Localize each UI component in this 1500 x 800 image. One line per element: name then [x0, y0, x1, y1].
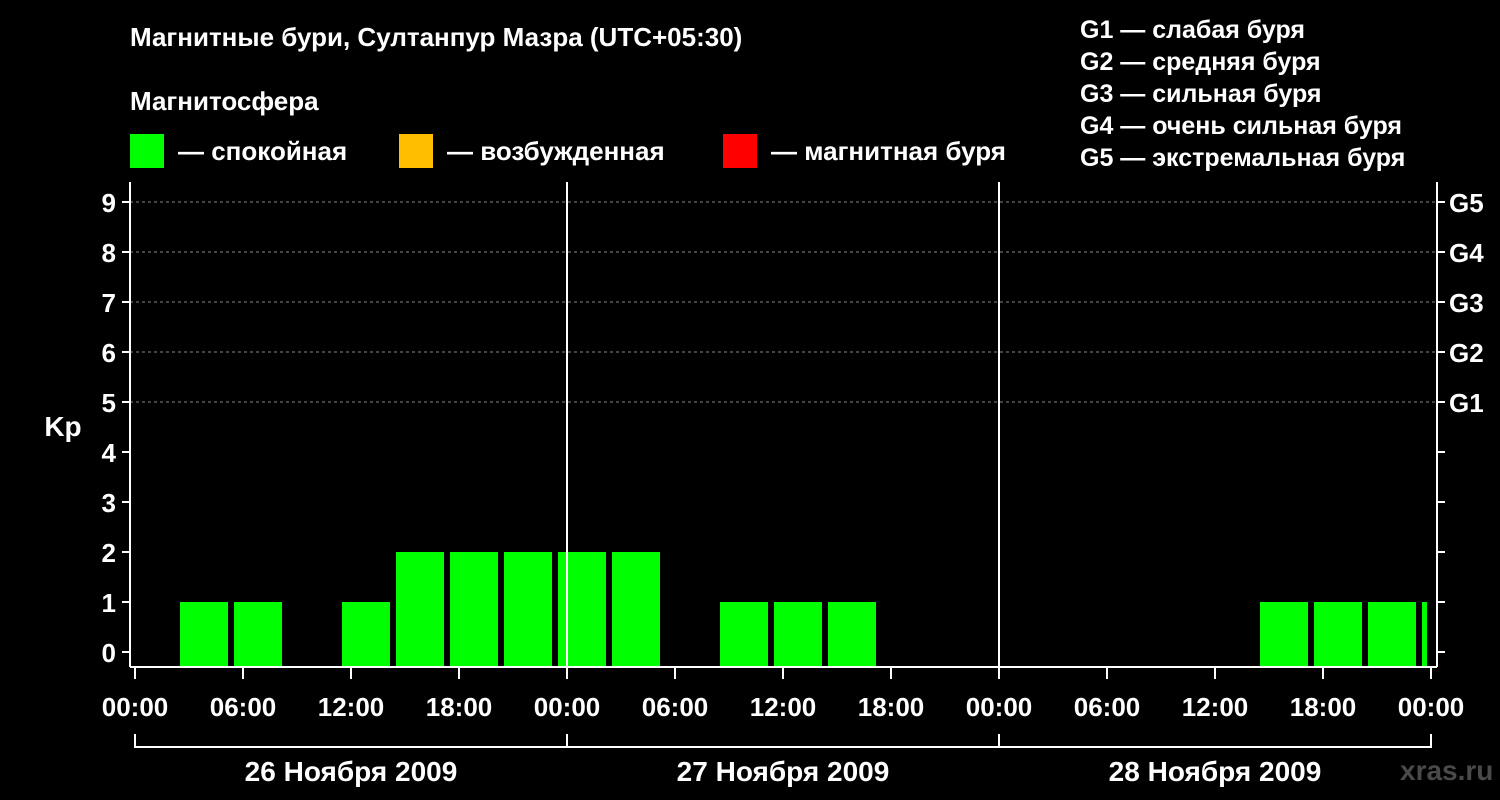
kp-bar-8 — [612, 552, 660, 666]
g-tick-label-g5: G5 — [1449, 188, 1484, 218]
x-tick-label-3: 18:00 — [426, 692, 493, 722]
kp-bar-11 — [774, 602, 822, 666]
y-tick-label-5: 5 — [102, 388, 116, 418]
kp-bar-4 — [396, 552, 444, 666]
y-tick-label-1: 1 — [102, 588, 116, 618]
x-tick-label-12: 00:00 — [1398, 692, 1465, 722]
kp-bar-10 — [720, 602, 768, 666]
kp-bar-12 — [828, 602, 876, 666]
day-label-0: 26 Ноября 2009 — [245, 756, 458, 787]
kp-bar-0 — [180, 602, 228, 666]
x-tick-label-0: 00:00 — [102, 692, 169, 722]
y-tick-label-4: 4 — [102, 438, 117, 468]
x-tick-label-4: 00:00 — [534, 692, 601, 722]
day-label-1: 27 Ноября 2009 — [677, 756, 890, 787]
kp-bar-3 — [342, 602, 390, 666]
y-tick-label-2: 2 — [102, 538, 116, 568]
y-tick-label-3: 3 — [102, 488, 116, 518]
kp-bar-chart: 0 1 2 3 4 5 6 7 8 9 G1 G2 G3 G4 G5 Kp 00:00 06:00 12:00 18:… — [44, 182, 1484, 787]
kp-bar-22 — [1368, 602, 1416, 666]
y-tick-label-8: 8 — [102, 238, 116, 268]
x-tick-label-8: 00:00 — [966, 692, 1033, 722]
x-tick-label-5: 06:00 — [642, 692, 709, 722]
y-tick-label-0: 0 — [102, 638, 116, 668]
kp-bar-6 — [504, 552, 552, 666]
x-tick-label-2: 12:00 — [318, 692, 385, 722]
y-tick-label-6: 6 — [102, 338, 116, 368]
g-tick-label-g1: G1 — [1449, 388, 1484, 418]
y-tick-label-9: 9 — [102, 188, 116, 218]
y-axis-label: Kp — [44, 411, 81, 442]
watermark: xras.ru — [1400, 755, 1494, 786]
kp-bar-20 — [1260, 602, 1308, 666]
g-tick-label-g2: G2 — [1449, 338, 1484, 368]
day-label-2: 28 Ноября 2009 — [1109, 756, 1322, 787]
kp-bar-1 — [234, 602, 282, 666]
x-tick-label-10: 12:00 — [1182, 692, 1249, 722]
kp-bar-7 — [558, 552, 606, 666]
y-tick-label-7: 7 — [102, 288, 116, 318]
x-tick-label-1: 06:00 — [210, 692, 277, 722]
kp-bar-21 — [1314, 602, 1362, 666]
x-tick-label-11: 18:00 — [1290, 692, 1357, 722]
x-tick-label-6: 12:00 — [750, 692, 817, 722]
kp-bar-23 — [1422, 602, 1427, 666]
g-tick-label-g4: G4 — [1449, 238, 1484, 268]
kp-bar-5 — [450, 552, 498, 666]
x-tick-label-7: 18:00 — [858, 692, 925, 722]
x-tick-label-9: 06:00 — [1074, 692, 1141, 722]
g-tick-label-g3: G3 — [1449, 288, 1484, 318]
